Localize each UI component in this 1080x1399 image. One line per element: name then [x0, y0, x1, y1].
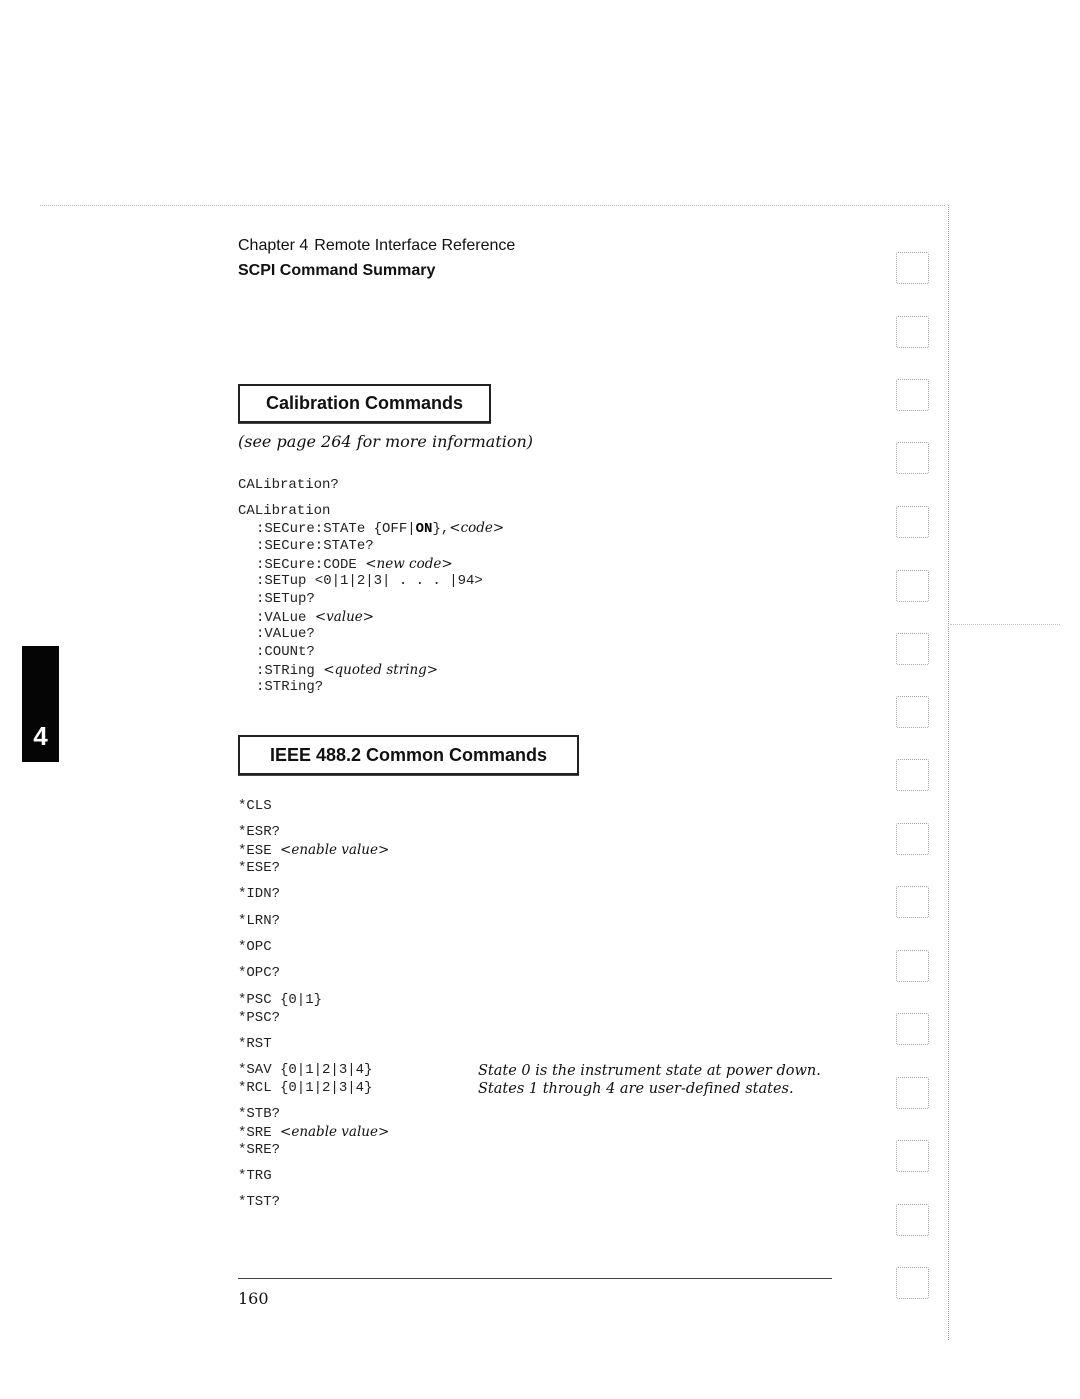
margin-box: [896, 570, 929, 602]
margin-box: [896, 1077, 929, 1109]
param-placeholder: <value>: [314, 609, 375, 625]
calibration-query: CALibration?: [238, 477, 339, 493]
margin-box: [896, 759, 929, 791]
command-line: *IDN?: [238, 886, 281, 902]
margin-box: [896, 506, 929, 538]
command-line: :SECure:STATe {OFF|ON},<code>: [256, 520, 505, 537]
command-line: *ESE <enable value>: [238, 842, 390, 859]
calibration-heading: Calibration Commands: [265, 393, 464, 413]
calibration-root: CALibration: [238, 503, 331, 519]
ieee-heading: IEEE 488.2 Common Commands: [269, 744, 548, 765]
chapter-title: Remote Interface Reference: [314, 237, 516, 254]
param-placeholder: <quoted string>: [323, 662, 439, 678]
command-line: *PSC?: [238, 1010, 281, 1026]
command-line: *OPC?: [238, 965, 281, 981]
margin-box: [896, 442, 929, 474]
margin-tick-line: [950, 624, 1060, 625]
margin-box: [896, 252, 929, 284]
section-title: SCPI Command Summary: [238, 262, 436, 279]
command-line: *TST?: [238, 1194, 281, 1210]
running-header: Chapter 4 Remote Interface Reference: [238, 237, 515, 255]
command-line: *SRE?: [238, 1142, 281, 1158]
command-line: :SETup <0|1|2|3| . . . |94>: [256, 573, 483, 589]
chapter-tab: 4: [22, 646, 59, 762]
command-line: :STRing <quoted string>: [256, 662, 439, 679]
command-line: *OPC: [238, 939, 272, 955]
margin-box: [896, 696, 929, 728]
chapter-label: Chapter 4: [238, 237, 309, 254]
command-line: :SETup?: [256, 591, 315, 607]
footer-rule: [238, 1278, 832, 1279]
see-page-note: (see page 264 for more information): [238, 432, 534, 451]
param-placeholder: <code>: [449, 520, 505, 536]
param-placeholder: <enable value>: [280, 842, 390, 858]
command-line: *SAV {0|1|2|3|4}: [238, 1062, 373, 1078]
command-line: :VALue?: [256, 626, 315, 642]
command-line: :VALue <value>: [256, 609, 375, 626]
right-margin-rule: [948, 205, 949, 1340]
margin-box: [896, 316, 929, 348]
command-line: :STRing?: [256, 679, 324, 695]
command-line: :SECure:CODE <new code>: [256, 556, 453, 573]
command-line: :COUNt?: [256, 644, 315, 660]
command-line: *STB?: [238, 1106, 281, 1122]
command-line: *RST: [238, 1036, 272, 1052]
page-number: 160: [238, 1289, 269, 1308]
margin-box: [896, 823, 929, 855]
command-line: *RCL {0|1|2|3|4}: [238, 1080, 373, 1096]
top-scan-rule: [40, 205, 945, 206]
state-note: States 1 through 4 are user-defined stat…: [478, 1081, 794, 1097]
command-line: *PSC {0|1}: [238, 992, 323, 1008]
margin-box: [896, 950, 929, 982]
command-line: *TRG: [238, 1168, 272, 1184]
margin-box: [896, 1204, 929, 1236]
param-placeholder: <new code>: [365, 556, 453, 572]
command-line: *CLS: [238, 798, 272, 814]
margin-box: [896, 379, 929, 411]
command-line: *ESR?: [238, 824, 281, 840]
calibration-heading-box: Calibration Commands: [238, 384, 491, 423]
param-placeholder: <enable value>: [280, 1124, 390, 1140]
chapter-tab-number: 4: [33, 721, 48, 751]
margin-box: [896, 633, 929, 665]
margin-box: [896, 1013, 929, 1045]
margin-box: [896, 886, 929, 918]
ieee-heading-box: IEEE 488.2 Common Commands: [238, 735, 579, 775]
margin-box: [896, 1267, 929, 1299]
state-note: State 0 is the instrument state at power…: [478, 1063, 821, 1079]
command-line: :SECure:STATe?: [256, 538, 374, 554]
command-line: *ESE?: [238, 860, 281, 876]
command-line: *LRN?: [238, 913, 281, 929]
margin-box: [896, 1140, 929, 1172]
command-line: *SRE <enable value>: [238, 1124, 390, 1141]
